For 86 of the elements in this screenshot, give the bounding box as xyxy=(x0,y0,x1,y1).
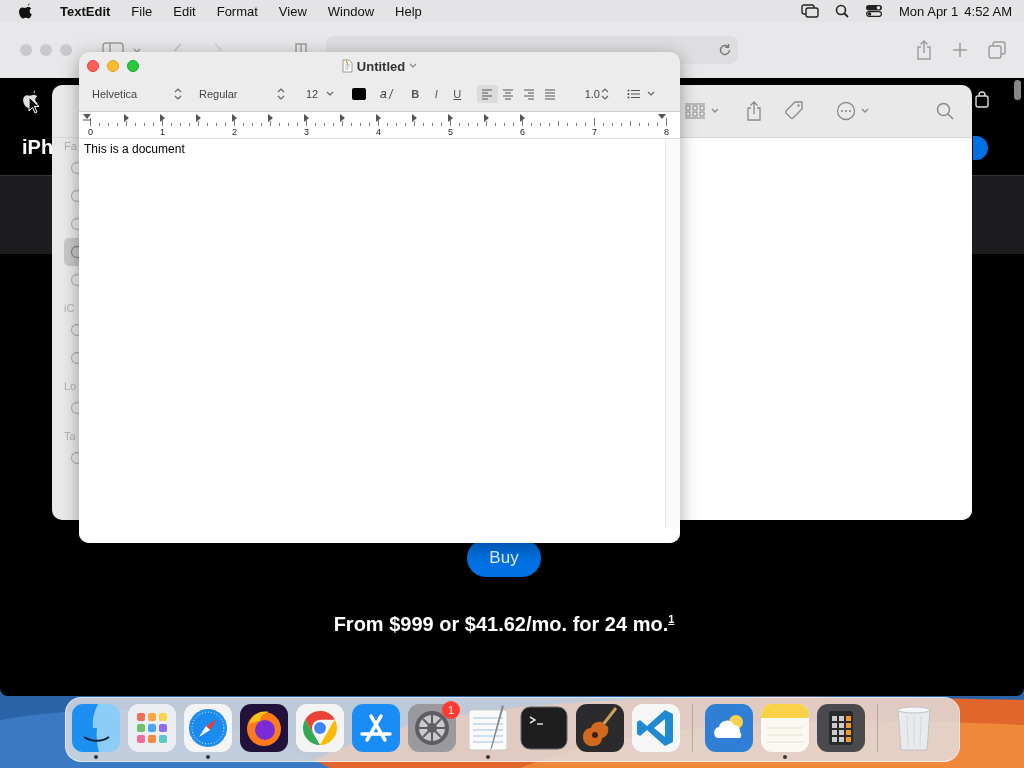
more-icon[interactable] xyxy=(836,101,856,121)
search-icon[interactable] xyxy=(835,4,850,18)
face-icon[interactable] xyxy=(72,704,120,752)
list-icon xyxy=(626,89,641,99)
toggle-icon[interactable] xyxy=(865,4,884,18)
chevron-icon[interactable] xyxy=(409,63,418,69)
back-icon[interactable] xyxy=(172,42,184,51)
tag-icon[interactable] xyxy=(784,101,804,121)
tabs-icon[interactable] xyxy=(988,41,1006,59)
color-well[interactable] xyxy=(352,88,366,100)
center-align-icon xyxy=(502,88,515,100)
menu-item[interactable]: View xyxy=(278,3,307,19)
cloud-sun-icon[interactable] xyxy=(705,704,753,752)
menu-item[interactable]: Format xyxy=(216,3,258,19)
zoom-button[interactable] xyxy=(127,60,139,72)
ruler-number: 8 xyxy=(664,126,669,138)
ribbon-icon[interactable] xyxy=(632,704,680,752)
dock-divider xyxy=(692,704,693,752)
dock-divider xyxy=(877,704,878,752)
highlight-button[interactable]: a xyxy=(378,85,396,103)
menu-item[interactable]: Edit xyxy=(173,3,196,19)
menu-item[interactable]: Window xyxy=(327,3,375,19)
terminal-icon[interactable] xyxy=(520,704,568,752)
font-family-popup[interactable]: Helvetica xyxy=(84,84,186,104)
round-logo-icon[interactable] xyxy=(296,704,344,752)
scrollbar-thumb[interactable] xyxy=(1014,80,1021,100)
chevron-icon[interactable] xyxy=(710,107,720,115)
ruler-number: 6 xyxy=(520,126,526,138)
gear-icon[interactable] xyxy=(408,704,456,752)
guitar-icon[interactable] xyxy=(576,704,624,752)
close-button[interactable] xyxy=(87,60,99,72)
ruler-number: 5 xyxy=(448,126,454,138)
page-heading: iPh xyxy=(22,136,54,159)
ruler-number: 7 xyxy=(592,126,598,138)
chevron-icon[interactable] xyxy=(860,107,870,115)
ruler-number: 2 xyxy=(232,126,238,138)
reload-icon[interactable] xyxy=(718,43,732,57)
notification-badge: 1 xyxy=(442,701,460,719)
minimize-button[interactable] xyxy=(107,60,119,72)
menu-item[interactable]: File xyxy=(131,3,153,19)
view-grid-icon[interactable] xyxy=(684,103,706,119)
menu-bar-date: Mon Apr 1 xyxy=(899,3,959,19)
fox-globe-icon[interactable] xyxy=(240,704,288,752)
windows-icon[interactable] xyxy=(801,4,820,18)
bold-button[interactable]: B xyxy=(404,85,426,103)
menu-bar-clock: 4:52 AM xyxy=(964,3,1012,19)
share-icon[interactable] xyxy=(916,40,932,60)
ruler-number: 3 xyxy=(304,126,310,138)
plus-icon[interactable] xyxy=(952,42,968,58)
font-style-popup[interactable]: Regular xyxy=(191,84,289,104)
chevron-icon xyxy=(646,91,655,97)
ruler-number: 1 xyxy=(160,126,166,138)
app-grid-icon[interactable] xyxy=(128,704,176,752)
left-align-icon xyxy=(481,88,494,100)
apple-icon[interactable] xyxy=(18,3,32,19)
font-size-popup[interactable]: 12 xyxy=(298,84,338,104)
ruler-number: 4 xyxy=(376,126,382,138)
pointer-icon xyxy=(28,96,40,114)
italic-button[interactable]: I xyxy=(425,85,447,103)
strike-icon xyxy=(387,88,394,100)
line-spacing-popup[interactable]: 1.0 xyxy=(576,84,613,104)
app-menu[interactable]: TextEdit xyxy=(60,3,111,19)
list-button[interactable] xyxy=(626,89,655,99)
align-left-button[interactable] xyxy=(476,85,498,103)
sidebar-icon[interactable] xyxy=(102,42,124,52)
chevron-icon xyxy=(326,91,334,97)
ruler-number: 0 xyxy=(88,126,94,138)
calculator-icon[interactable] xyxy=(817,704,865,752)
stepper-icon xyxy=(600,88,609,100)
stepper-icon xyxy=(277,88,285,100)
price-text: From $999 or $41.62/mo. for 24 mo.$^{1}$ xyxy=(333,613,675,636)
window-title: Untitled xyxy=(356,58,406,74)
right-align-icon xyxy=(523,88,536,100)
sidebar-item[interactable] xyxy=(64,238,79,266)
round-button[interactable] xyxy=(973,135,988,160)
document-text[interactable]: This is a document xyxy=(84,142,660,156)
share-icon[interactable] xyxy=(746,101,762,121)
menu-item[interactable]: Help xyxy=(395,3,422,19)
sidebar-heading: Fa xyxy=(64,139,77,154)
app-store-icon[interactable] xyxy=(352,704,400,752)
bag-icon[interactable] xyxy=(975,90,989,108)
stepper-icon xyxy=(174,88,182,100)
underline-button[interactable]: U xyxy=(446,85,468,103)
justify-align-icon xyxy=(544,88,557,100)
document-icon xyxy=(341,59,353,73)
compass-icon[interactable] xyxy=(184,704,232,752)
